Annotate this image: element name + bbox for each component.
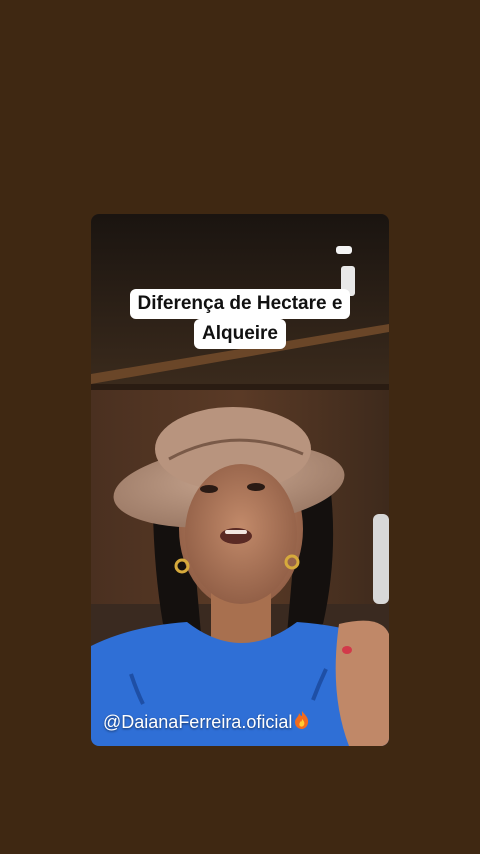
creator-handle-text: @DaianaFerreira.oficial — [103, 712, 293, 732]
story-viewer-background: Diferença de Hectare e Alqueire @DaianaF… — [0, 0, 480, 854]
creator-handle[interactable]: @DaianaFerreira.oficial — [103, 710, 311, 734]
caption-line-2: Alqueire — [193, 319, 287, 349]
story-video-card[interactable]: Diferença de Hectare e Alqueire @DaianaF… — [91, 214, 389, 746]
caption-line-1: Diferença de Hectare e — [129, 289, 351, 319]
fire-icon — [293, 710, 311, 734]
